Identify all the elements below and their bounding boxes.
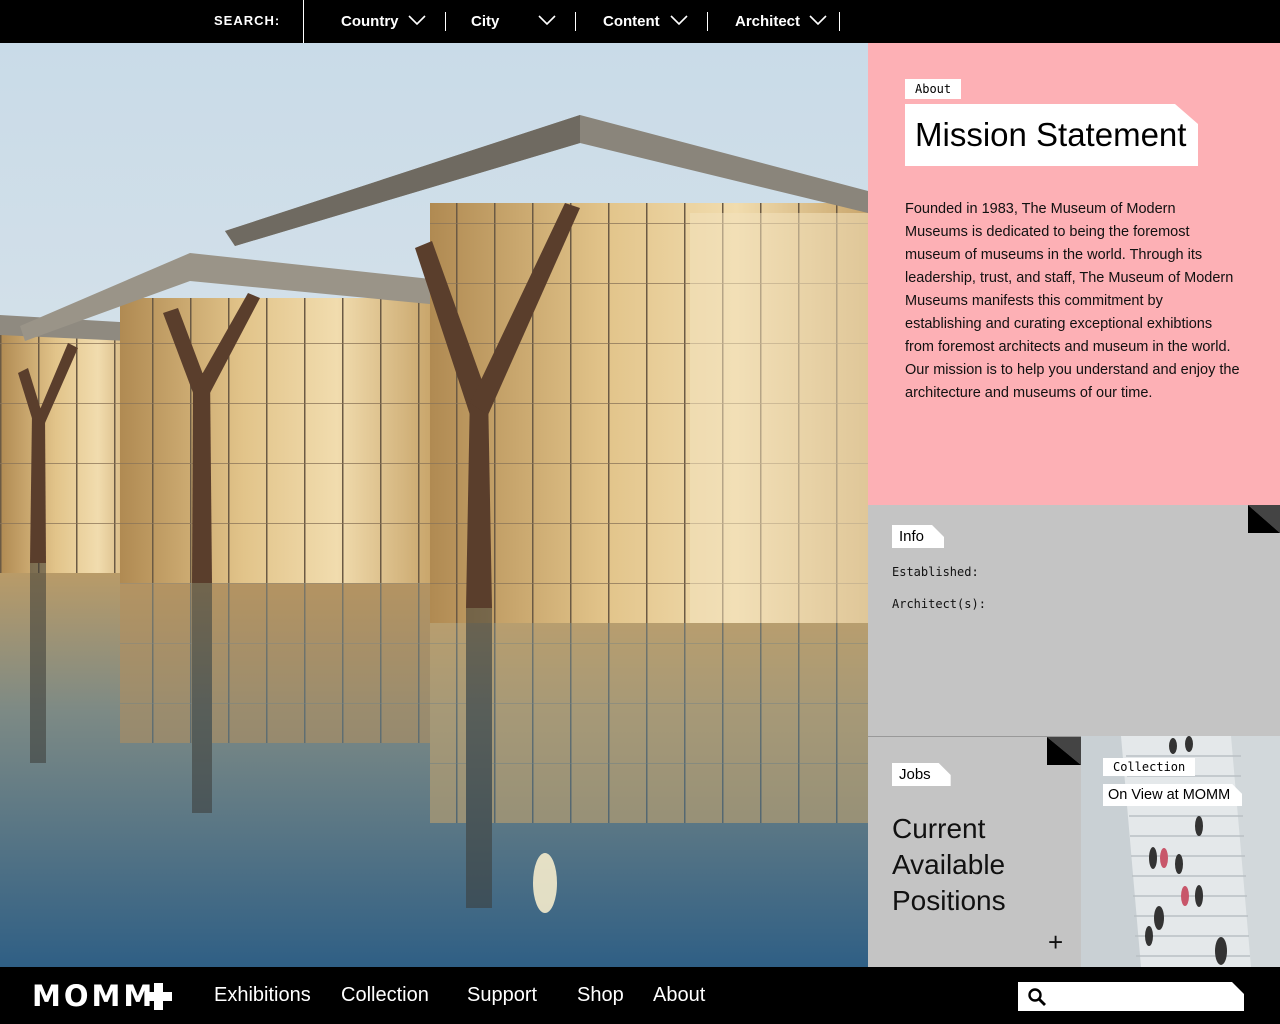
jobs-tab[interactable]: Jobs [892,763,951,786]
plus-icon [145,983,172,1010]
chevron-down-icon [408,15,426,26]
info-panel: Info Established: Architect(s): [868,505,1280,736]
divider [575,12,576,31]
filter-city-dropdown[interactable]: City [471,0,571,43]
info-tab[interactable]: Info [892,525,944,548]
filter-architect-dropdown[interactable]: Architect [735,0,835,43]
filter-country-dropdown[interactable]: Country [341,0,441,43]
jobs-panel: Jobs Current Available Positions + [868,736,1081,967]
chevron-down-icon [538,15,556,26]
about-tag[interactable]: About [905,79,962,99]
collection-tag[interactable]: Collection [1103,758,1196,776]
nav-exhibitions[interactable]: Exhibitions [214,984,311,1007]
expand-plus-icon[interactable]: + [1048,929,1063,955]
established-label: Established: [892,565,979,579]
filter-city-label: City [471,13,500,30]
top-search-bar: SEARCH: Country City Content Architect [0,0,1280,43]
divider [707,12,708,31]
nav-collection[interactable]: Collection [341,984,429,1007]
search-input[interactable] [1056,986,1232,1008]
collection-panel[interactable]: Collection On View at MOMM [1081,736,1280,967]
jobs-title[interactable]: Current Available Positions [892,811,1072,919]
about-panel: About Mission Statement Founded in 1983,… [868,43,1280,505]
divider [839,12,840,31]
nav-shop[interactable]: Shop [577,984,624,1007]
mission-statement-title: Mission Statement [905,104,1198,166]
mission-statement-text: Founded in 1983, The Museum of Modern Mu… [905,201,1240,401]
chevron-down-icon [670,15,688,26]
architects-label: Architect(s): [892,597,986,611]
nav-support[interactable]: Support [467,984,537,1007]
magnifier-icon[interactable] [1027,987,1047,1007]
momm-logo[interactable]: MOMM [32,979,155,1013]
hero-image [0,43,868,967]
on-view-link[interactable]: On View at MOMM [1103,784,1242,806]
divider [445,12,446,31]
filter-architect-label: Architect [735,13,801,30]
search-box[interactable] [1018,982,1244,1011]
search-label: SEARCH: [214,13,281,28]
filter-country-label: Country [341,13,399,30]
bottom-nav-bar: MOMM Exhibitions Collection Support Shop… [0,967,1280,1024]
chevron-down-icon [809,15,827,26]
filter-content-dropdown[interactable]: Content [603,0,703,43]
filter-content-label: Content [603,13,660,30]
nav-about[interactable]: About [653,984,705,1007]
divider [303,0,304,43]
